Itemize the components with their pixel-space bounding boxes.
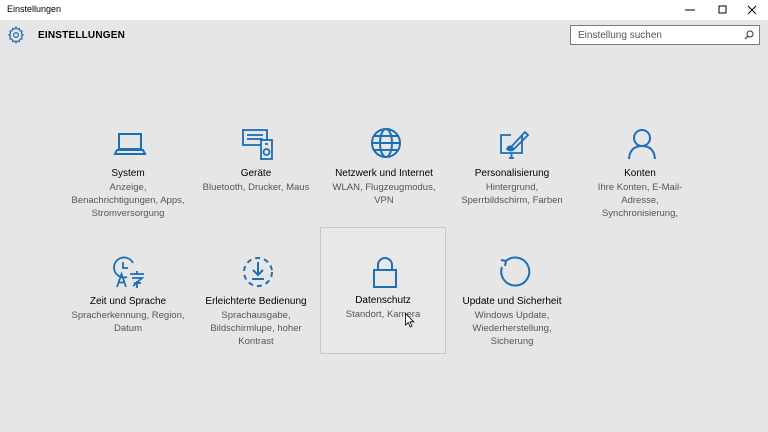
tile-label: Personalisierung: [474, 168, 550, 179]
laptop-icon: [113, 127, 147, 161]
tile-description: Ihre Konten, E-Mail-Adresse, Synchronisi…: [597, 182, 683, 219]
page-title: EINSTELLUNGEN: [38, 30, 126, 41]
tile-description: Hintergrund, Sperrbildschirm, Farben: [461, 182, 563, 206]
tile-system[interactable]: System Anzeige, Benachrichtigungen, Apps…: [65, 126, 191, 253]
gear-icon: [7, 26, 25, 44]
maximize-icon: [718, 5, 727, 14]
tile-time-language[interactable]: Zeit und Sprache Spracherkennung, Region…: [65, 254, 191, 381]
search-input[interactable]: [571, 26, 748, 44]
tile-label: System: [111, 168, 145, 179]
tile-label: Datenschutz: [355, 295, 411, 306]
person-icon: [625, 127, 659, 161]
ease-of-access-icon: [241, 255, 275, 289]
tile-label: Zeit und Sprache: [89, 296, 167, 307]
tile-label: Konten: [624, 168, 656, 179]
devices-icon: [241, 127, 275, 161]
tile-description: Standort, Kamera: [345, 309, 421, 320]
maximize-button[interactable]: [709, 0, 737, 20]
tile-description: Sprachausgabe, Bildschirmlupe, hoher Kon…: [210, 310, 302, 347]
tile-label: Update und Sicherheit: [462, 296, 562, 307]
app-header: EINSTELLUNGEN: [0, 20, 768, 52]
close-icon: [747, 5, 757, 15]
paint-icon: [497, 127, 531, 161]
tile-privacy[interactable]: Datenschutz Standort, Kamera: [320, 227, 446, 354]
window-title: Einstellungen: [7, 4, 62, 14]
lock-icon: [368, 255, 402, 289]
tile-description: Windows Update, Wiederherstellung, Siche…: [472, 310, 552, 347]
tile-label: Netzwerk und Internet: [335, 168, 433, 179]
tile-description: Bluetooth, Drucker, Maus: [202, 182, 310, 193]
tile-update-security[interactable]: Update und Sicherheit Windows Update, Wi…: [449, 254, 575, 381]
tile-description: Spracherkennung, Region, Datum: [71, 310, 185, 334]
minimize-button[interactable]: [676, 0, 704, 20]
globe-icon: [369, 127, 403, 161]
search-icon[interactable]: [744, 30, 754, 40]
tile-ease-of-access[interactable]: Erleichterte Bedienung Sprachausgabe, Bi…: [193, 254, 319, 381]
refresh-icon: [497, 255, 531, 289]
minimize-icon: [685, 9, 695, 11]
tile-label: Erleichterte Bedienung: [205, 296, 307, 307]
mouse-cursor-icon: [405, 313, 415, 328]
tile-description: Anzeige, Benachrichtigungen, Apps, Strom…: [71, 182, 185, 219]
tile-personalization[interactable]: Personalisierung Hintergrund, Sperrbilds…: [449, 126, 575, 253]
title-bar: Einstellungen: [0, 0, 768, 20]
tile-label: Geräte: [240, 168, 272, 179]
clock-language-icon: [113, 255, 147, 289]
tile-devices[interactable]: Geräte Bluetooth, Drucker, Maus: [193, 126, 319, 253]
search-box[interactable]: [570, 25, 760, 45]
close-button[interactable]: [738, 0, 766, 20]
tile-description: WLAN, Flugzeugmodus, VPN: [332, 182, 436, 206]
tile-accounts[interactable]: Konten Ihre Konten, E-Mail-Adresse, Sync…: [577, 126, 703, 253]
